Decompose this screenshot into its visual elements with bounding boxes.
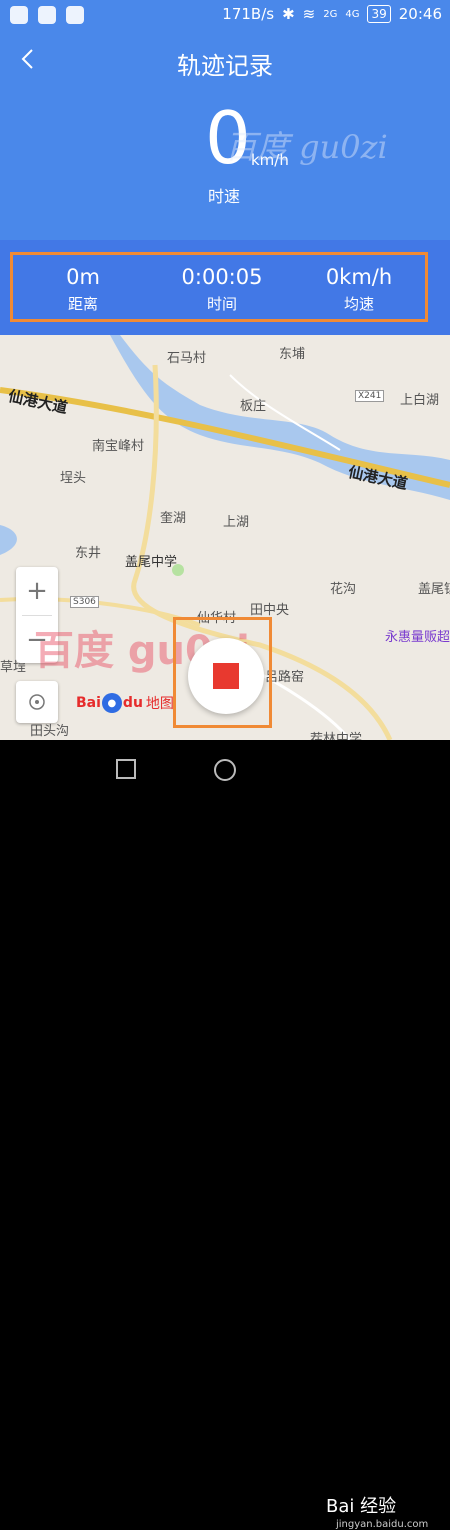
logo-map-text: 地图	[145, 696, 174, 712]
corner-watermark: Bai 经验	[326, 1496, 397, 1517]
status-indicators: 171B/s ✱ ≋ 2G 4G 39 20:46	[222, 5, 442, 23]
map-label: 上白湖	[400, 393, 440, 408]
network-speed: 171B/s	[222, 5, 275, 23]
clock: 20:46	[398, 5, 442, 23]
bluetooth-icon: ✱	[282, 5, 295, 23]
stop-recording-button[interactable]	[188, 638, 264, 714]
time-label: 时间	[206, 295, 237, 313]
avg-speed-stat: 0km/h 均速	[289, 265, 429, 314]
avg-speed-value: 0km/h	[325, 265, 393, 289]
road-shield: S306	[70, 596, 99, 608]
map-label: 东埔	[279, 347, 306, 362]
distance-value: 0m	[66, 265, 100, 289]
recent-apps-icon[interactable]	[115, 758, 137, 780]
road-shield: X241	[355, 390, 385, 402]
baidu-map-logo: Bai ● du 地图	[76, 693, 174, 713]
map-label: 盖尾镇	[418, 582, 450, 597]
map-label: 永惠量贩超	[385, 630, 450, 645]
zoom-in-button[interactable]: +	[16, 567, 58, 615]
locate-button[interactable]	[16, 681, 58, 723]
map-label: 上湖	[223, 515, 250, 530]
app-notification-icon	[10, 6, 28, 24]
logo-du-text: du	[122, 695, 143, 711]
gallery-notification-icon	[66, 6, 84, 24]
map-label: 板庄	[240, 399, 267, 414]
battery-level: 39	[367, 5, 391, 23]
notification-icons	[10, 6, 84, 24]
status-bar: 171B/s ✱ ≋ 2G 4G 39 20:46	[0, 0, 450, 30]
signal-2g-label: 2G	[323, 8, 338, 20]
watermark-text: 百度 gu0zi	[225, 128, 388, 166]
stats-highlight-box: 0m 距离 0:00:05 时间 0km/h 均速	[10, 252, 428, 322]
map-label: 奎湖	[160, 511, 187, 526]
system-nav-bar: Bai 经验 jingyan.baidu.com	[0, 740, 450, 1530]
avg-speed-label: 均速	[343, 295, 374, 313]
map-label: 茬林中学	[310, 732, 363, 740]
stats-bar: 0m 距离 0:00:05 时间 0km/h 均速	[0, 240, 450, 335]
distance-stat: 0m 距离	[13, 265, 153, 314]
stop-icon	[213, 663, 239, 689]
time-value: 0:00:05	[181, 265, 263, 289]
signal-4g-label: 4G	[345, 8, 360, 20]
page-title: 轨迹记录	[177, 52, 273, 80]
locate-icon	[29, 694, 45, 710]
speed-header: 轨迹记录 0 km/h 时速 百度 gu0zi	[0, 30, 450, 240]
map-label: 南宝峰村	[92, 439, 145, 454]
map-label: 花沟	[330, 582, 357, 597]
map-label: 盖尾中学	[125, 555, 178, 570]
current-speed-label: 时速	[208, 187, 241, 206]
map-label: 田中央	[250, 603, 290, 618]
map-label: 埕头	[60, 471, 87, 486]
corner-watermark-url: jingyan.baidu.com	[336, 1519, 429, 1530]
time-stat: 0:00:05 时间	[152, 265, 292, 314]
paw-icon: ●	[101, 693, 122, 713]
map-label: 东井	[75, 546, 102, 561]
home-icon[interactable]	[213, 758, 237, 782]
distance-label: 距离	[67, 295, 98, 313]
map-label: 石马村	[167, 351, 207, 366]
shield-notification-icon	[38, 6, 56, 24]
logo-bai-text: Bai	[76, 695, 101, 711]
wifi-icon: ≋	[302, 5, 316, 23]
